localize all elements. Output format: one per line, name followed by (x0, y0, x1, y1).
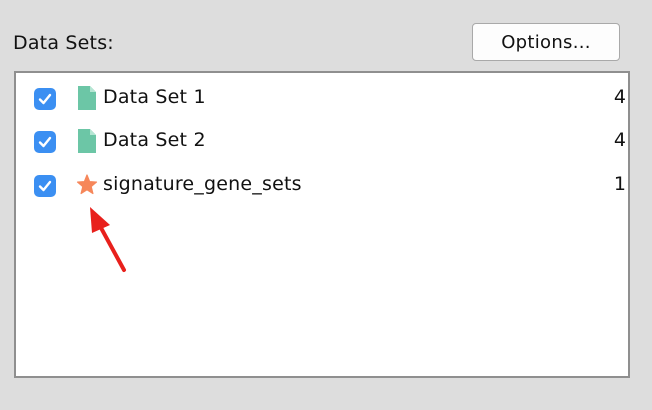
document-icon (78, 86, 96, 110)
checkmark-icon (38, 136, 52, 148)
data-set-count: 4 (613, 129, 626, 151)
data-set-checkbox[interactable] (34, 131, 56, 153)
checkmark-icon (38, 93, 52, 105)
data-set-name: Data Set 1 (103, 86, 206, 108)
document-icon (78, 129, 96, 153)
data-set-checkbox[interactable] (34, 88, 56, 110)
data-sets-list: Data Set 1 4 Data Set 2 4 signature_gene… (14, 71, 630, 378)
data-set-name: Data Set 2 (103, 129, 206, 151)
data-sets-label: Data Sets: (13, 32, 114, 54)
checkmark-icon (38, 180, 52, 192)
star-icon (76, 174, 98, 195)
data-set-count: 4 (613, 86, 626, 108)
data-set-row[interactable]: Data Set 1 4 (16, 80, 628, 120)
data-set-count: 1 (613, 173, 626, 195)
data-set-row[interactable]: Data Set 2 4 (16, 123, 628, 163)
data-set-row[interactable]: signature_gene_sets 1 (16, 167, 628, 207)
data-set-checkbox[interactable] (34, 175, 56, 197)
options-button[interactable]: Options... (472, 23, 620, 61)
data-set-name: signature_gene_sets (103, 173, 302, 195)
